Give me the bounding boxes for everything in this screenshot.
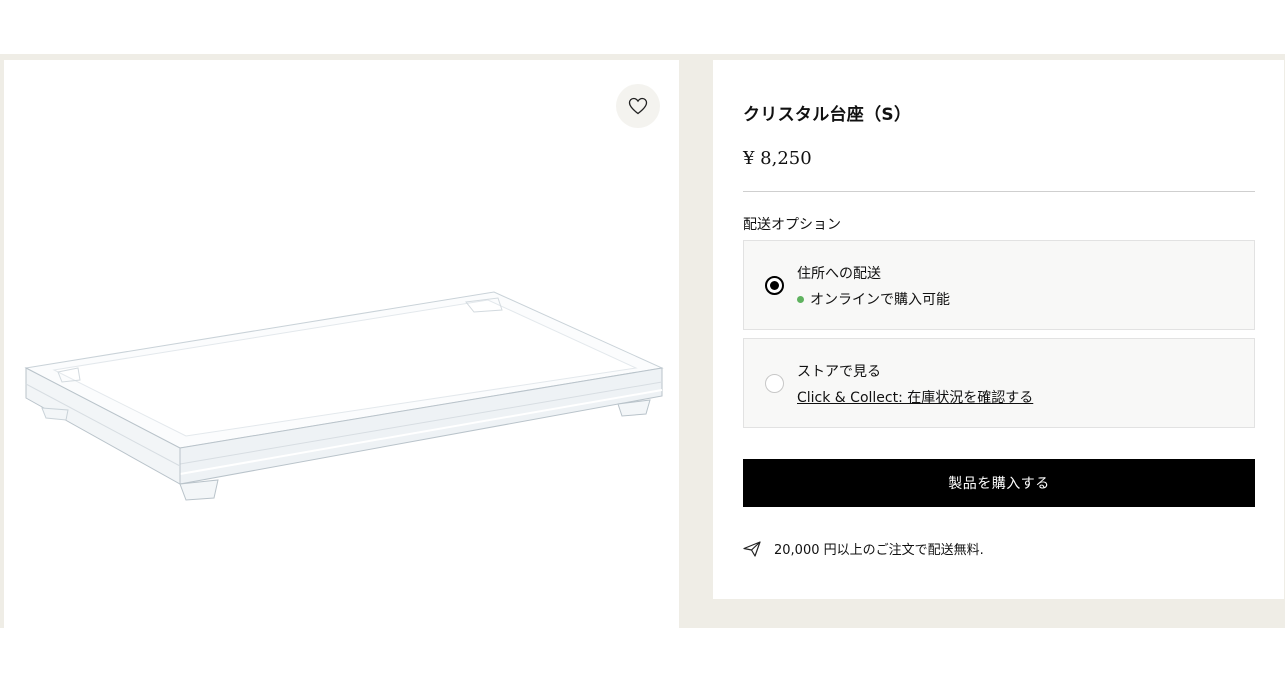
shipping-options-label: 配送オプション: [743, 217, 841, 233]
product-price: ¥ 8,250: [743, 148, 812, 169]
radio-store[interactable]: [765, 374, 784, 393]
product-details-panel: クリスタル台座（S） ¥ 8,250 配送オプション 住所への配送 オンラインで…: [713, 60, 1284, 599]
shipping-option-delivery[interactable]: 住所への配送 オンラインで購入可能: [743, 240, 1255, 330]
divider: [743, 191, 1255, 192]
shipping-option-store[interactable]: ストアで見る Click & Collect: 在庫状況を確認する: [743, 338, 1255, 428]
paper-plane-icon: [743, 540, 761, 557]
product-title: クリスタル台座（S）: [743, 105, 912, 125]
option-store-title: ストアで見る: [797, 364, 881, 380]
availability-status: オンラインで購入可能: [797, 289, 950, 309]
product-gallery: [4, 60, 679, 628]
available-dot-icon: [797, 295, 804, 303]
free-shipping-text: 20,000 円以上のご注文で配送無料.: [774, 543, 984, 558]
favorite-button[interactable]: [616, 84, 660, 128]
click-and-collect-link[interactable]: Click & Collect: 在庫状況を確認する: [797, 387, 1033, 407]
free-shipping-notice: 20,000 円以上のご注文で配送無料.: [743, 539, 984, 558]
option-delivery-title: 住所への配送: [797, 266, 881, 282]
buy-product-button[interactable]: 製品を購入する: [743, 459, 1255, 507]
heart-icon: [628, 97, 648, 115]
availability-text: オンラインで購入可能: [810, 292, 950, 308]
radio-delivery-selected[interactable]: [765, 276, 784, 295]
product-image: [24, 291, 664, 501]
page-background: クリスタル台座（S） ¥ 8,250 配送オプション 住所への配送 オンラインで…: [0, 54, 1285, 628]
